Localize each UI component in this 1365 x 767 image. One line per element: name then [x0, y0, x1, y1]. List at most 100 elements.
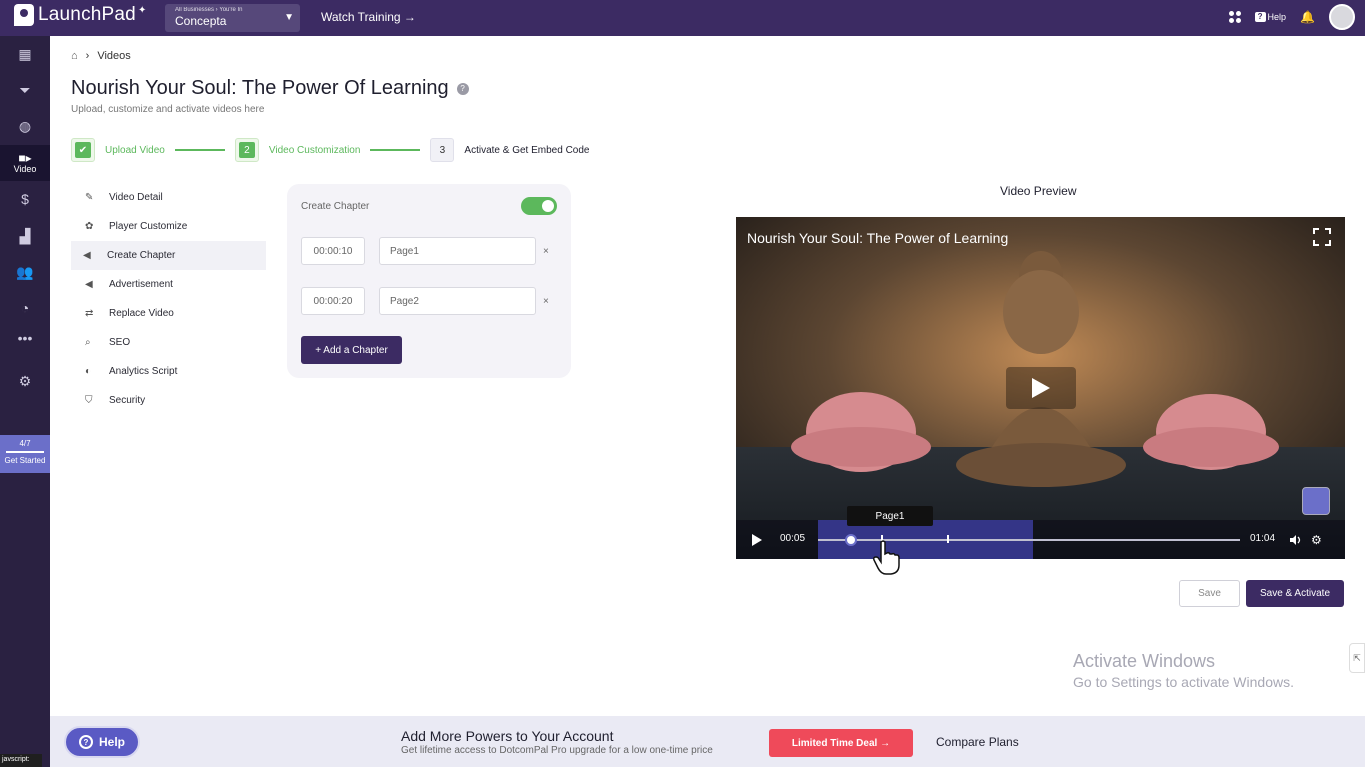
- menu-item-player-customize[interactable]: ✿ Player Customize: [71, 212, 266, 241]
- watch-training-link[interactable]: Watch Training →: [321, 10, 416, 24]
- step-upload-box[interactable]: ✔: [71, 138, 95, 162]
- menu-item-replace-video[interactable]: ⇄ Replace Video: [71, 299, 266, 328]
- fullscreen-icon[interactable]: [1313, 228, 1331, 246]
- volume-icon[interactable]: [1290, 534, 1302, 546]
- center-play-button[interactable]: [1006, 367, 1076, 409]
- chapter-1-remove-button[interactable]: ×: [543, 246, 549, 257]
- avatar[interactable]: [1329, 4, 1355, 30]
- seek-handle[interactable]: [844, 534, 857, 546]
- chapter-tooltip: Page1: [847, 506, 933, 526]
- collapse-icon: ⇱: [1353, 652, 1361, 663]
- home-icon[interactable]: ⌂: [71, 50, 78, 62]
- business-selector[interactable]: All Businesses › You're In Concepta ▼: [165, 4, 300, 32]
- breadcrumb-separator-icon: ›: [85, 50, 90, 62]
- play-icon[interactable]: [752, 534, 762, 546]
- progress-count: 4/7: [19, 439, 31, 448]
- help-chat-label: Help: [98, 735, 125, 749]
- video-player[interactable]: Nourish Your Soul: The Power of Learning…: [736, 217, 1345, 559]
- side-collapse-tab[interactable]: ⇱: [1349, 643, 1365, 673]
- step-activate-box[interactable]: 3: [430, 138, 455, 162]
- add-chapter-button[interactable]: + Add a Chapter: [301, 336, 402, 364]
- compare-plans-link[interactable]: Compare Plans: [936, 735, 1019, 749]
- step-activate-label[interactable]: Activate & Get Embed Code: [464, 145, 589, 156]
- users-icon[interactable]: 👥: [0, 254, 50, 290]
- upgrade-subtitle: Get lifetime access to DotcomPal Pro upg…: [401, 745, 713, 756]
- analytics-icon: ◐: [85, 366, 92, 377]
- play-icon: [1032, 378, 1050, 398]
- globe-icon[interactable]: ◍: [0, 108, 50, 144]
- limited-time-deal-button[interactable]: Limited Time Deal →: [769, 729, 913, 757]
- bar-chart-icon[interactable]: ▟: [0, 218, 50, 254]
- step-connector: [174, 149, 225, 151]
- step-connector: [370, 149, 421, 151]
- sidebar-item-video[interactable]: ■▸ Video: [0, 145, 50, 181]
- dashboard-icon[interactable]: ▦: [0, 36, 50, 72]
- business-name: Concepta: [175, 14, 227, 28]
- panel-title: Create Chapter: [301, 201, 370, 212]
- chapter-enabled-toggle[interactable]: [521, 197, 557, 215]
- create-chapter-panel: Create Chapter 00:00:10 Page1 × 00:00:20…: [287, 184, 571, 378]
- help-chat-button[interactable]: ? Help: [64, 726, 140, 758]
- upgrade-footer: ? Help Add More Powers to Your Account G…: [50, 716, 1365, 767]
- save-button[interactable]: Save: [1179, 580, 1240, 607]
- menu-item-video-detail[interactable]: ✎ Video Detail: [71, 183, 266, 212]
- apps-grid-icon[interactable]: [1228, 11, 1241, 23]
- side-nav: ▦ ⏷ ◍ ■▸ Video $ ▟ 👥 ◔ ••• ⚙ 4/7 Get Sta…: [0, 36, 50, 767]
- chapter-2-remove-button[interactable]: ×: [543, 296, 549, 307]
- menu-item-label: SEO: [109, 337, 131, 348]
- rocket-icon: ✦: [137, 4, 147, 16]
- customization-menu: ✎ Video Detail ✿ Player Customize ◀ Create …: [71, 183, 266, 415]
- launchpad-logo[interactable]: LaunchPad ✦: [14, 4, 146, 26]
- step-number: 3: [439, 144, 446, 156]
- step-upload-label[interactable]: Upload Video: [105, 145, 165, 156]
- brand-widget-icon[interactable]: [1302, 487, 1330, 515]
- top-bar: LaunchPad ✦ All Businesses › You're In C…: [0, 0, 1365, 36]
- menu-item-label: Advertisement: [109, 279, 173, 290]
- current-time: 00:05: [780, 533, 806, 544]
- chapter-marker[interactable]: [947, 535, 949, 543]
- save-activate-button[interactable]: Save & Activate: [1246, 580, 1344, 607]
- breadcrumb: ⌂ › Videos: [71, 50, 131, 62]
- help-button[interactable]: ? Help: [1254, 12, 1287, 22]
- gear-icon[interactable]: ⚙: [0, 363, 50, 399]
- video-preview-heading: Video Preview: [1000, 184, 1077, 198]
- breadcrumb-current[interactable]: Videos: [97, 50, 130, 62]
- business-selector-caption: All Businesses › You're In: [175, 7, 243, 13]
- chapter-1-time-input[interactable]: 00:00:10: [301, 237, 365, 265]
- question-icon[interactable]: ?: [456, 82, 469, 95]
- menu-item-advertisement[interactable]: ◀ Advertisement: [71, 270, 266, 299]
- more-icon[interactable]: •••: [0, 320, 50, 356]
- dollar-icon[interactable]: $: [0, 181, 50, 217]
- megaphone-icon: ◀: [85, 279, 93, 290]
- video-title-overlay: Nourish Your Soul: The Power of Learning: [747, 230, 1009, 246]
- menu-item-analytics-script[interactable]: ◐ Analytics Script: [71, 357, 266, 386]
- help-label: Help: [1267, 12, 1287, 22]
- get-started-label: Get Started: [4, 456, 46, 465]
- logo-text: LaunchPad: [38, 4, 136, 25]
- chapter-2-time-input[interactable]: 00:00:20: [301, 287, 365, 315]
- bell-icon[interactable]: 🔔: [1300, 10, 1315, 24]
- menu-item-label: Analytics Script: [109, 366, 178, 377]
- menu-item-label: Security: [109, 395, 146, 406]
- menu-item-security[interactable]: ⛉ Security: [71, 386, 266, 415]
- video-camera-icon: ■▸: [18, 151, 32, 165]
- edit-icon: ✎: [85, 192, 94, 203]
- settings-gear-icon[interactable]: ⚙: [1311, 533, 1322, 547]
- funnel-icon[interactable]: ⏷: [0, 72, 50, 108]
- shield-icon: ⛉: [85, 395, 93, 406]
- duration: 01:04: [1250, 533, 1276, 544]
- step-customization-label[interactable]: Video Customization: [269, 145, 361, 156]
- chapter-2-name-input[interactable]: Page2: [379, 287, 536, 315]
- page-subtitle: Upload, customize and activate videos he…: [71, 104, 265, 115]
- menu-item-label: Replace Video: [109, 308, 174, 319]
- menu-item-create-chapter[interactable]: ◀ Create Chapter: [71, 241, 266, 270]
- chapter-1-name-input[interactable]: Page1: [379, 237, 536, 265]
- page-title-text: Nourish Your Soul: The Power Of Learning: [71, 77, 449, 99]
- megaphone-icon: ◀: [83, 250, 91, 261]
- step-customization-box[interactable]: 2: [234, 138, 259, 162]
- watermark-line-2: Go to Settings to activate Windows.: [1073, 674, 1294, 690]
- get-started-progress[interactable]: 4/7 Get Started: [0, 435, 50, 473]
- menu-item-seo[interactable]: ⌕ SEO: [71, 328, 266, 357]
- menu-item-label: Create Chapter: [107, 250, 176, 261]
- help-icon: ?: [1254, 12, 1266, 22]
